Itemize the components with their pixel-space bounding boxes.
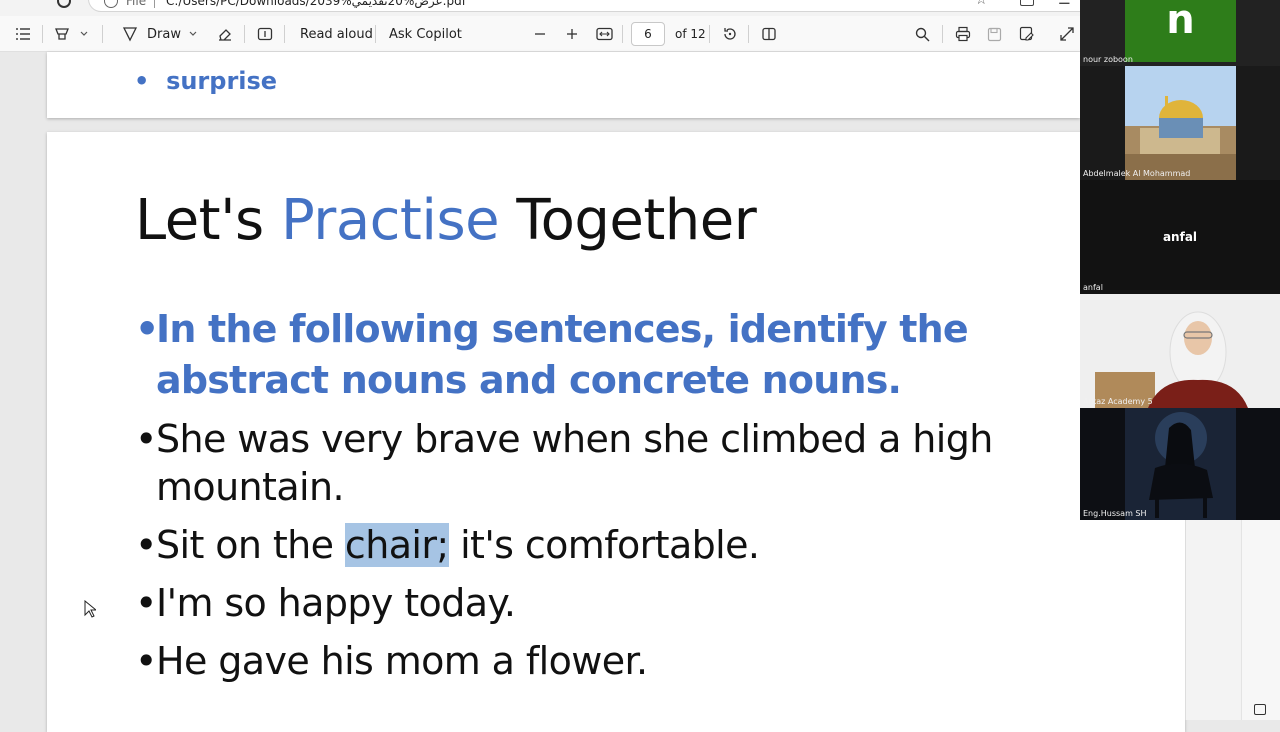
search-icon[interactable] — [915, 16, 930, 52]
minus-icon[interactable] — [534, 16, 546, 52]
sentence-2-after: it's comfortable. — [460, 523, 760, 567]
favorites-icon[interactable]: ☰ — [1058, 0, 1071, 8]
participant-name: anfal — [1083, 283, 1103, 292]
sentence-2: Sit on the chair; it's comfortable. — [156, 520, 760, 570]
sentence-1-line2: mountain. — [156, 465, 345, 509]
draw-label: Draw — [147, 26, 181, 42]
avatar: n — [1125, 0, 1236, 62]
sentence-2-before: Sit on the — [156, 523, 334, 567]
participant-tile[interactable]: n nour zoboon — [1080, 0, 1280, 66]
bullet: • — [135, 581, 157, 625]
refresh-icon[interactable] — [57, 0, 71, 8]
participant-name: Arkaz Academy 5 — [1083, 397, 1153, 406]
draw-pen-icon[interactable] — [122, 16, 138, 52]
sentence-4: He gave his mom a flower. — [156, 639, 648, 683]
participant-center-label: anfal — [1162, 230, 1198, 244]
toolbar-separator — [942, 25, 943, 43]
participant-name: nour zoboon — [1083, 55, 1133, 64]
rotate-icon[interactable] — [722, 16, 738, 52]
video-feed-icon — [1125, 66, 1236, 180]
save-icon[interactable] — [987, 16, 1002, 52]
toolbar-separator — [102, 25, 103, 43]
participant-name: Abdelmalek Al Mohammad — [1083, 169, 1191, 178]
page-total: of 12 — [675, 16, 706, 52]
sentence-1-line1: She was very brave when she climbed a hi… — [156, 417, 993, 461]
favorite-star-icon[interactable]: ☆ — [975, 0, 988, 8]
mouse-cursor-icon — [84, 599, 98, 622]
toolbar-separator — [284, 25, 285, 43]
slide-title: Let's Practise Together — [135, 188, 757, 253]
draw-button[interactable]: Draw — [147, 16, 181, 52]
participant-tile[interactable]: Eng.Hussam SH — [1080, 408, 1280, 520]
page-number-input[interactable]: 6 — [631, 22, 665, 46]
participant-name: Eng.Hussam SH — [1083, 509, 1147, 518]
bullet: • — [135, 417, 157, 461]
toolbar-separator — [375, 25, 376, 43]
url-text[interactable]: C:/Users/PC/Downloads/2039%عرض%20تقديمي.… — [166, 0, 466, 8]
previous-page-bullet: • surprise — [134, 67, 277, 95]
text-box-icon[interactable] — [257, 16, 273, 52]
instruction-line2: abstract nouns and concrete nouns. — [156, 358, 902, 402]
expand-icon[interactable] — [1060, 16, 1074, 52]
address-separator — [154, 0, 155, 8]
pdf-toolbar: Draw Read aloud Ask Copilot 6 of 12 — [0, 16, 1080, 52]
bullet: • — [134, 67, 150, 95]
draw-chevron-down-icon[interactable] — [189, 16, 197, 52]
highlighter-icon[interactable] — [54, 16, 70, 52]
vertical-scrollbar[interactable] — [1241, 520, 1280, 720]
toolbar-separator — [709, 25, 710, 43]
save-as-icon[interactable] — [1019, 16, 1035, 52]
video-feed-icon — [1080, 294, 1280, 408]
eraser-icon[interactable] — [217, 16, 233, 52]
participant-tile[interactable]: Arkaz Academy 5 — [1080, 294, 1280, 408]
toolbar-separator — [622, 25, 623, 43]
title-part1: Let's — [135, 188, 264, 253]
title-part2: Together — [516, 188, 757, 253]
highlighted-selection[interactable]: chair; — [344, 523, 449, 567]
ask-copilot-button[interactable]: Ask Copilot — [389, 16, 462, 52]
title-accent: Practise — [281, 188, 500, 253]
sentence-3: I'm so happy today. — [156, 581, 516, 625]
highlight-chevron-down-icon[interactable] — [80, 16, 88, 52]
participant-tile[interactable]: anfal anfal — [1080, 180, 1280, 294]
toolbar-separator — [42, 25, 43, 43]
list-icon[interactable] — [15, 16, 31, 52]
address-bar: File C:/Users/PC/Downloads/2039%عرض%20تق… — [0, 0, 1080, 16]
participant-tile[interactable]: Abdelmalek Al Mohammad — [1080, 66, 1280, 180]
bullet: • — [135, 523, 157, 567]
fit-width-icon[interactable] — [596, 16, 613, 52]
page-total-label: of 12 — [675, 27, 706, 41]
scheme-label: File — [126, 0, 147, 8]
video-feed-icon — [1125, 408, 1236, 520]
toolbar-separator — [244, 25, 245, 43]
sidebar-toggle-icon[interactable] — [1254, 704, 1266, 715]
print-icon[interactable] — [955, 16, 971, 52]
previous-page-text: surprise — [166, 67, 278, 95]
page-view-icon[interactable] — [761, 16, 777, 52]
split-screen-icon[interactable] — [1020, 0, 1034, 6]
read-aloud-button[interactable]: Read aloud — [300, 16, 373, 52]
plus-icon[interactable] — [566, 16, 578, 52]
toolbar-separator — [748, 25, 749, 43]
instruction-line1: In the following sentences, identify the — [156, 307, 969, 351]
read-aloud-label: Read aloud — [300, 26, 373, 42]
bullet: • — [135, 307, 159, 351]
ask-copilot-label: Ask Copilot — [389, 26, 462, 42]
bullet: • — [135, 639, 157, 683]
